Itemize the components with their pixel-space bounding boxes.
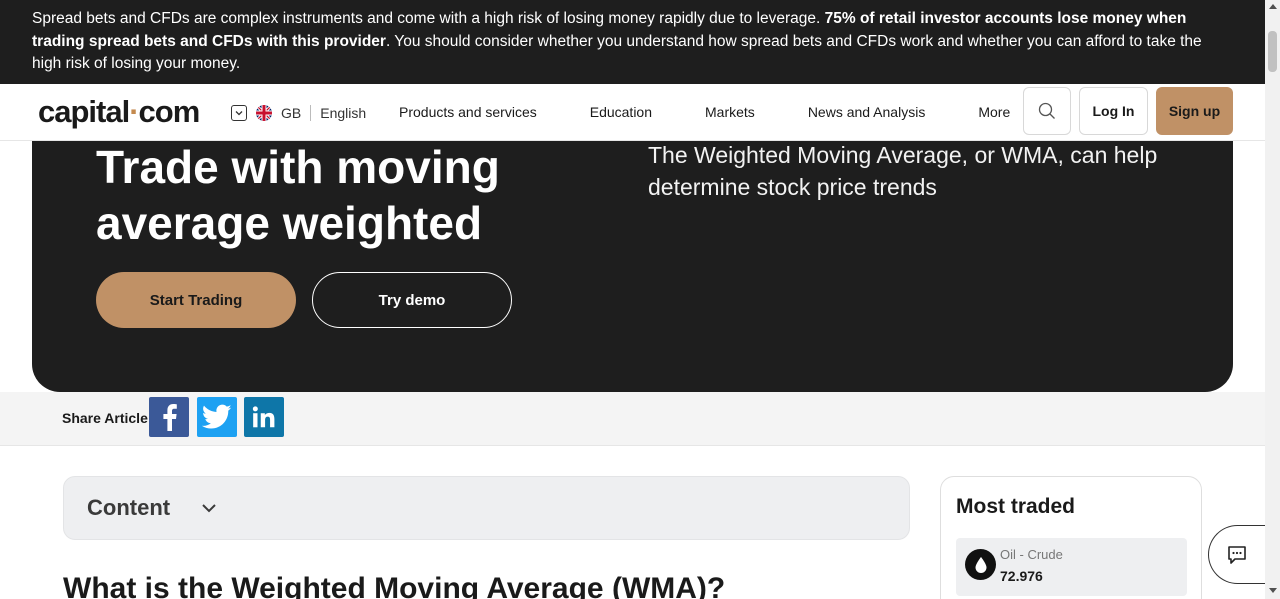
chat-button[interactable]	[1208, 525, 1268, 584]
share-bar: Share Article	[0, 392, 1265, 446]
scroll-down-arrow-icon[interactable]	[1269, 588, 1277, 593]
facebook-icon	[163, 404, 177, 431]
twitter-icon	[202, 404, 232, 429]
nav-item-news[interactable]: News and Analysis	[808, 104, 926, 120]
language-label: English	[320, 105, 367, 121]
logo-dot: ·	[129, 94, 139, 129]
logo-text-end: com	[138, 94, 201, 129]
scroll-up-arrow-icon[interactable]	[1269, 4, 1277, 9]
most-traded-panel: Most traded Oil - Crude 72.976	[940, 476, 1202, 599]
signup-button[interactable]: Sign up	[1156, 87, 1233, 135]
country-code: GB	[281, 105, 302, 121]
linkedin-share-button[interactable]	[244, 397, 284, 437]
search-button[interactable]	[1023, 87, 1071, 135]
page-title: Trade with moving average weighted	[96, 141, 500, 249]
most-traded-title: Most traded	[956, 495, 1076, 518]
scrollbar[interactable]	[1265, 0, 1280, 599]
share-label: Share Article	[62, 410, 148, 426]
start-trading-button[interactable]: Start Trading	[96, 272, 296, 328]
hero-section: Trade with moving average weighted The W…	[32, 141, 1233, 392]
nav-item-education[interactable]: Education	[590, 104, 652, 120]
try-demo-button[interactable]: Try demo	[312, 272, 512, 328]
list-item[interactable]: Oil - Crude 72.976	[956, 538, 1187, 596]
chevron-down-icon	[202, 504, 216, 513]
linkedin-icon	[252, 406, 275, 428]
asset-price: 72.976	[1000, 568, 1043, 584]
risk-warning-text: Spread bets and CFDs are complex instrum…	[32, 10, 825, 27]
oil-drop-icon	[965, 549, 996, 580]
nav-item-markets[interactable]: Markets	[705, 104, 755, 120]
search-icon	[1038, 102, 1055, 119]
asset-name: Oil - Crude	[1000, 547, 1063, 562]
login-button[interactable]: Log In	[1079, 87, 1148, 135]
article-heading: What is the Weighted Moving Average (WMA…	[63, 572, 726, 599]
nav-item-products[interactable]: Products and services	[399, 104, 537, 120]
risk-warning-banner: Spread bets and CFDs are complex instrum…	[0, 0, 1265, 84]
locale-selector[interactable]: GB English	[231, 104, 366, 122]
facebook-share-button[interactable]	[149, 397, 189, 437]
chat-icon	[1228, 545, 1246, 564]
locale-divider	[310, 105, 312, 121]
twitter-share-button[interactable]	[197, 397, 237, 437]
chevron-down-icon	[231, 105, 247, 121]
content-label: Content	[87, 495, 171, 520]
logo[interactable]: capital·com	[38, 94, 201, 130]
uk-flag-icon	[256, 105, 272, 121]
site-header: capital·com GB English Products and serv…	[0, 84, 1265, 141]
logo-text: capital	[38, 94, 130, 129]
scrollbar-thumb[interactable]	[1268, 31, 1277, 72]
nav-item-more[interactable]: More	[978, 104, 1010, 120]
hero-description: The Weighted Moving Average, or WMA, can…	[648, 142, 1158, 200]
content-accordion[interactable]: Content	[63, 476, 910, 540]
main-nav: Products and services Education Markets …	[399, 104, 1010, 120]
